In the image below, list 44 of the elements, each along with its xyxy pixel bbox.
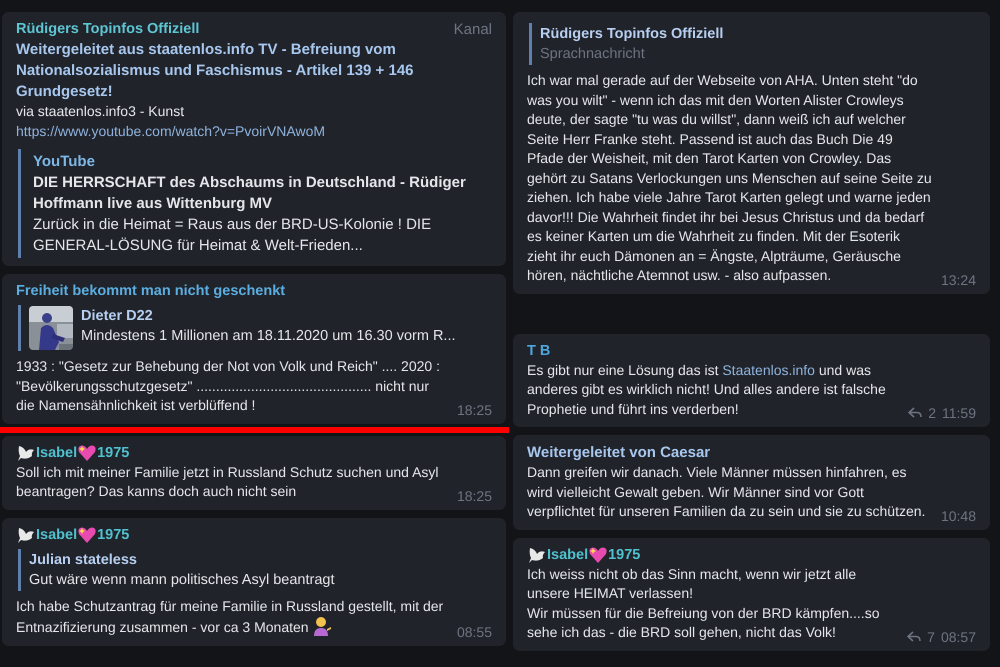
message-text: Soll ich mit meiner Familie jetzt in Russland Schutz suchen und Asyl beantragen? Das kanns doch auch nicht sein (16, 462, 440, 501)
message-text: Ich habe Schutzantrag für meine Familie in Russland gestellt, mit der Entnazifizierung zusammen - vor ca 3 Monaten (16, 596, 444, 638)
link[interactable]: https://www.youtube.com/watch?v=PvoirVNAwoM (16, 122, 326, 138)
message-time: 18:25 (456, 402, 492, 418)
link-preview[interactable]: YouTube DIE HERRSCHAFT des Abschaums in Deutschland - Rüdiger Hoffmann live aus Wittenburg MV Zurück in die Heimat = Raus aus der BRD-US-Kolonie ! DIE GENERAL-LÖSUNG für Heimat & Welt-Frieden... (18, 149, 492, 258)
person-icon (312, 616, 332, 636)
reply-quote[interactable]: Dieter D22 Mindestens 1 Millionen am 18.11.2020 um 16.30 vorm R... (18, 305, 492, 351)
dove-icon (527, 546, 547, 564)
author-name[interactable]: 1975 (97, 442, 130, 462)
reply-quote[interactable]: Rüdigers Topinfos Offiziell Sprachnachricht (529, 23, 976, 65)
dove-icon (16, 526, 36, 544)
message-time: 10:48 (940, 508, 976, 524)
channel-label: Kanal (454, 20, 492, 38)
message-time: 13:24 (940, 272, 976, 288)
message-time: 18:25 (456, 488, 492, 504)
reply-arrow-icon (907, 630, 922, 642)
author-name[interactable]: Isabel (547, 544, 588, 564)
author-name[interactable]: T B (527, 340, 550, 360)
message-text: Ich weiss nicht ob das Sinn macht, wenn wir jetzt alle unsere HEIMAT verlassen! Wir müssen für die Befreiung von der BRD kämpfen....so sehe ich das - die BRD soll gehen, nicht das Volk! (527, 564, 880, 642)
message-time: 08:57 (940, 628, 976, 644)
author-name[interactable]: Rüdigers Topinfos Offiziell (16, 19, 200, 39)
message-text: Ich war mal gerade auf der Webseite von AHA. Unten steht "do was you wilt" - wenn ich das mit den Worten Alister Crowleys deute, der sagte "tu was du willst", dann weiß ich auf welcher Seite Herr Franke steht. Passend ist auch das Buch Die 49 Pfade der Weisheit, mit den Tarot Karten von Crowley. Das gehört zu Satans Verlockungen uns Menschen auf seine Seite zu ziehen. Ich habe viele Jahre Tarot Karten gelegt und warne jeden davor!!! Die Wahrheit findet ihr bei Jesus Christus und da bedarf es keiner Karten um die Wahrheit zu finden. Mit der Esoterik zieht ihr euch Dämonen an = Ängste, Alpträume, Geräusche hören, nächtliche Atemnot usw. - also aufpassen. (527, 71, 933, 285)
author-name[interactable]: Freiheit bekommt man nicht geschenkt (16, 281, 286, 301)
message-text: via staatenlos.info3 - Kunst https://www.youtube.com/watch?v=PvoirVNAwoM (16, 102, 326, 141)
author-name[interactable]: Isabel (36, 524, 78, 544)
link[interactable]: Staatenlos.info (722, 362, 815, 378)
message-text: Es gibt nur eine Lösung das ist Staatenlos.info und was anderes gibt es wirklich nicht! Und alles andere ist falsche Prophetie und führt ins verderben! (527, 360, 887, 419)
heart-icon (77, 444, 98, 462)
author-name[interactable]: 1975 (97, 524, 130, 544)
forward-title: Weitergeleitet aus staatenlos.info TV - Befreiung vom Nationalsozialismus und Faschismus - Artikel 139 + 146 Grundgesetz! (16, 40, 415, 102)
heart-icon (588, 546, 608, 564)
reply-count: 2 (928, 405, 936, 421)
heart-icon (77, 526, 98, 544)
message-text: 1933 : "Gesetz zur Behebung der Not von Volk und Reich" .... 2020 : "Bevölkerungsschutzgesetz" ............................................. nicht nur die Namensähnlichkeit ist verblüffend ! (16, 357, 441, 415)
reply-count: 7 (927, 628, 935, 644)
author-name[interactable]: 1975 (608, 544, 640, 564)
message-text: Dann greifen wir danach. Viele Männer müssen hinfahren, es wird vielleicht Gewalt geben. Wir Männer sind vor Gott verpflichtet für unseren Familien da zu sein und sie zu schützen. (527, 463, 926, 521)
message-time: 08:55 (456, 624, 492, 640)
reply-arrow-icon (908, 407, 922, 419)
reply-quote[interactable]: Julian stateless Gut wäre wenn mann politisches Asyl beantragt (18, 548, 492, 590)
message-time: 11:59 (942, 405, 976, 421)
author-name[interactable]: Isabel (36, 442, 78, 462)
dove-icon (16, 444, 36, 462)
forward-title: Weitergeleitet von Caesar (527, 443, 712, 463)
